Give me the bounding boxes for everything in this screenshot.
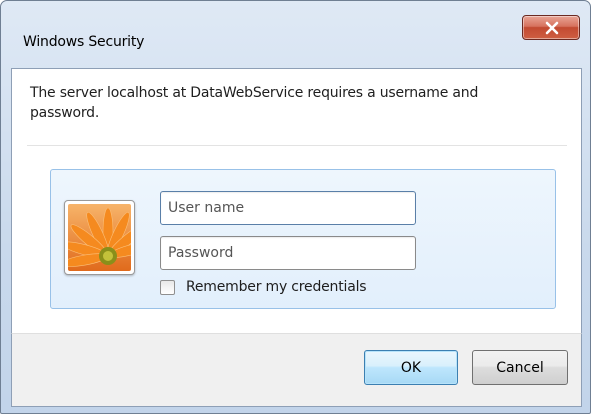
separator — [27, 145, 567, 146]
dialog-footer: OK Cancel — [11, 333, 582, 407]
cancel-button[interactable]: Cancel — [472, 350, 568, 385]
dialog-content: The server localhost at DataWebService r… — [11, 68, 582, 333]
remember-credentials-label[interactable]: Remember my credentials — [186, 279, 367, 295]
close-button[interactable] — [522, 15, 580, 40]
remember-credentials-checkbox[interactable] — [160, 279, 175, 295]
server-message: The server localhost at DataWebService r… — [30, 85, 479, 121]
username-field[interactable] — [160, 191, 416, 225]
close-icon — [545, 21, 559, 35]
user-tile-flower-icon — [64, 200, 135, 275]
dialog-title: Windows Security — [23, 34, 145, 50]
credential-tile[interactable]: Remember my credentials — [50, 169, 556, 309]
remember-credentials-row[interactable]: Remember my credentials — [160, 278, 367, 296]
password-field[interactable] — [160, 236, 416, 270]
windows-security-dialog: Windows Security The server localhost at… — [0, 0, 591, 414]
ok-button[interactable]: OK — [364, 350, 458, 385]
